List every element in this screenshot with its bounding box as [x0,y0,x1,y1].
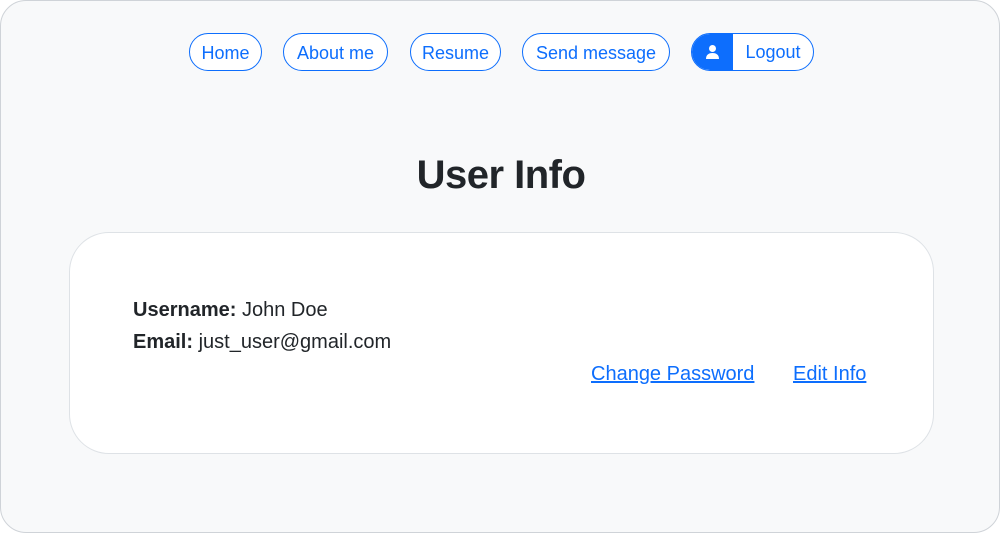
nav-about-label: About me [296,43,375,63]
email-row: Email: just_user@gmail.com [133,331,391,354]
email-value: just_user@gmail.com [198,331,392,353]
user-info-card: Username: John Doe Email: just_user@gmai… [69,232,934,454]
logout-button[interactable]: Logout [691,33,814,71]
user-icon [692,34,733,70]
logout-label: Logout [745,42,801,62]
nav-about-button[interactable]: About me [283,33,388,71]
username-value: John Doe [241,299,328,321]
username-label: Username: [133,299,237,321]
edit-info-link[interactable]: Edit Info [793,363,866,386]
top-nav: Home About me Resume Send message Logout [1,33,999,73]
username-row: Username: John Doe [133,299,328,322]
nav-resume-label: Resume [421,43,490,63]
change-password-link[interactable]: Change Password [591,363,754,386]
nav-send-message-button[interactable]: Send message [522,33,670,71]
nav-send-message-label: Send message [535,43,657,63]
nav-resume-button[interactable]: Resume [410,33,501,71]
email-label: Email: [133,331,194,353]
nav-home-label: Home [201,43,250,63]
page-title: User Info [416,153,586,197]
app-window: Home About me Resume Send message Logout… [0,0,1000,533]
nav-home-button[interactable]: Home [189,33,262,71]
